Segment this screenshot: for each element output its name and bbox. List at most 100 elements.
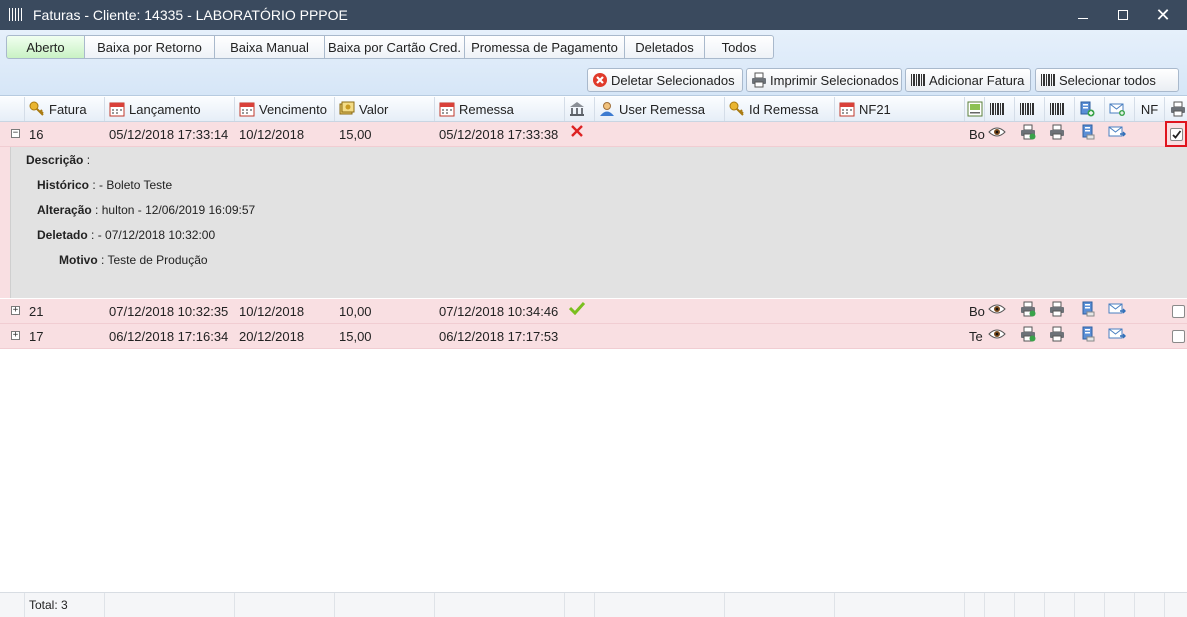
detail-alteracao: Alteração : hulton - 12/06/2019 16:09:57 bbox=[37, 203, 256, 217]
header-barcode-3[interactable] bbox=[1045, 97, 1075, 121]
detail-historico-value: - Boleto Teste bbox=[99, 178, 173, 192]
printer-icon bbox=[751, 72, 767, 88]
header-valor-label: Valor bbox=[359, 101, 389, 117]
header-print[interactable] bbox=[1165, 97, 1187, 121]
header-vencimento[interactable]: Vencimento bbox=[235, 97, 335, 121]
header-barcode-1[interactable] bbox=[985, 97, 1015, 121]
eye-icon[interactable] bbox=[988, 322, 1006, 346]
cell-remessa: 06/12/2018 17:17:53 bbox=[439, 328, 559, 344]
key-icon bbox=[29, 101, 45, 117]
barcode-icon bbox=[910, 72, 926, 88]
table-row[interactable]: − 16 05/12/2018 17:33:14 10/12/2018 15,0… bbox=[0, 120, 1187, 147]
print-selected-label: Imprimir Selecionados bbox=[770, 72, 899, 88]
close-icon: ✕ bbox=[1155, 4, 1171, 25]
print-green-icon[interactable] bbox=[1020, 120, 1036, 144]
print-selected-button[interactable]: Imprimir Selecionados bbox=[746, 68, 902, 92]
header-vencimento-label: Vencimento bbox=[259, 101, 327, 117]
header-nf21[interactable]: NF21 bbox=[835, 97, 965, 121]
printer-icon[interactable] bbox=[1049, 297, 1065, 321]
checkbox-box[interactable] bbox=[1172, 304, 1185, 318]
footer-cell bbox=[965, 593, 985, 617]
add-document-icon bbox=[1079, 101, 1095, 117]
delete-selected-label: Deletar Selecionados bbox=[611, 72, 735, 88]
expand-toggle[interactable]: + bbox=[11, 331, 20, 340]
checkbox-box[interactable] bbox=[1172, 329, 1185, 343]
header-add-document[interactable] bbox=[1075, 97, 1105, 121]
eye-icon[interactable] bbox=[988, 120, 1006, 144]
cell-lancamento: 05/12/2018 17:33:14 bbox=[109, 126, 229, 142]
detail-motivo: Motivo : Teste de Produção bbox=[59, 253, 208, 267]
tab-deletados[interactable]: Deletados bbox=[625, 35, 705, 59]
close-button[interactable]: ✕ bbox=[1143, 0, 1183, 30]
header-description[interactable] bbox=[965, 97, 985, 121]
row-select-checkbox-highlight[interactable] bbox=[1165, 121, 1187, 147]
add-invoice-button[interactable]: Adicionar Fatura bbox=[905, 68, 1031, 92]
toolbar: Aberto Baixa por Retorno Baixa Manual Ba… bbox=[0, 30, 1187, 96]
expand-toggle[interactable]: + bbox=[11, 306, 20, 315]
money-icon bbox=[339, 101, 355, 117]
tab-baixa-por-cartao[interactable]: Baixa por Cartão Cred. bbox=[325, 35, 465, 59]
header-nf[interactable]: NF bbox=[1135, 97, 1165, 121]
printer-icon[interactable] bbox=[1049, 120, 1065, 144]
tab-baixa-manual[interactable]: Baixa Manual bbox=[215, 35, 325, 59]
minimize-button[interactable] bbox=[1063, 0, 1103, 30]
print-green-icon[interactable] bbox=[1020, 297, 1036, 321]
email-forward-icon[interactable] bbox=[1108, 297, 1126, 321]
select-all-button[interactable]: Selecionar todos bbox=[1035, 68, 1179, 92]
table-row[interactable]: + 21 07/12/2018 10:32:35 10/12/2018 10,0… bbox=[0, 299, 1187, 324]
detail-descricao: Descrição : bbox=[26, 153, 91, 167]
calendar-icon bbox=[839, 101, 855, 117]
eye-icon[interactable] bbox=[988, 297, 1006, 321]
email-forward-icon[interactable] bbox=[1108, 322, 1126, 346]
header-barcode-2[interactable] bbox=[1015, 97, 1045, 121]
table-row[interactable]: + 17 06/12/2018 17:16:34 20/12/2018 15,0… bbox=[0, 324, 1187, 349]
tab-aberto[interactable]: Aberto bbox=[6, 35, 85, 59]
detail-alteracao-label: Alteração bbox=[37, 203, 92, 217]
barcode-icon bbox=[1040, 72, 1056, 88]
header-lancamento[interactable]: Lançamento bbox=[105, 97, 235, 121]
row-select-checkbox[interactable] bbox=[1169, 127, 1183, 141]
tab-todos[interactable]: Todos bbox=[705, 35, 774, 59]
footer-cell bbox=[435, 593, 565, 617]
tab-baixa-por-retorno[interactable]: Baixa por Retorno bbox=[85, 35, 215, 59]
footer-cell bbox=[0, 593, 25, 617]
footer-cell bbox=[105, 593, 235, 617]
barcode-icon bbox=[1019, 101, 1035, 117]
key-icon bbox=[729, 101, 745, 117]
green-check-icon bbox=[569, 296, 585, 320]
header-nf-label: NF bbox=[1140, 101, 1159, 117]
printer-icon bbox=[1170, 101, 1186, 117]
status-tabs: Aberto Baixa por Retorno Baixa Manual Ba… bbox=[6, 35, 774, 59]
detail-alteracao-value: hulton - 12/06/2019 16:09:57 bbox=[101, 203, 256, 217]
tab-promessa-de-pagamento[interactable]: Promessa de Pagamento bbox=[465, 35, 625, 59]
header-bank[interactable] bbox=[565, 97, 595, 121]
header-user-remessa[interactable]: User Remessa bbox=[595, 97, 725, 121]
delete-selected-button[interactable]: Deletar Selecionados bbox=[587, 68, 743, 92]
document-blue-icon[interactable] bbox=[1081, 120, 1095, 144]
maximize-button[interactable] bbox=[1103, 0, 1143, 30]
document-blue-icon[interactable] bbox=[1081, 297, 1095, 321]
row-select-checkbox[interactable] bbox=[1172, 299, 1185, 323]
row-select-checkbox[interactable] bbox=[1172, 324, 1185, 348]
email-forward-icon[interactable] bbox=[1108, 120, 1126, 144]
header-fatura[interactable]: Fatura bbox=[25, 97, 105, 121]
cell-fatura: 17 bbox=[29, 328, 44, 344]
header-id-remessa[interactable]: Id Remessa bbox=[725, 97, 835, 121]
header-remessa[interactable]: Remessa bbox=[435, 97, 565, 121]
footer-cell bbox=[1045, 593, 1075, 617]
document-blue-icon[interactable] bbox=[1081, 322, 1095, 346]
cell-lancamento: 07/12/2018 10:32:35 bbox=[109, 303, 229, 319]
detail-historico-label: Histórico bbox=[37, 178, 90, 192]
cell-remessa: 07/12/2018 10:34:46 bbox=[439, 303, 559, 319]
header-fatura-label: Fatura bbox=[49, 101, 87, 117]
print-green-icon[interactable] bbox=[1020, 322, 1036, 346]
header-valor[interactable]: Valor bbox=[335, 97, 435, 121]
footer-cell bbox=[595, 593, 725, 617]
footer-cell bbox=[1135, 593, 1165, 617]
barcode-app-icon bbox=[9, 8, 23, 21]
footer-cell bbox=[335, 593, 435, 617]
collapse-toggle[interactable]: − bbox=[11, 129, 20, 138]
header-email[interactable] bbox=[1105, 97, 1135, 121]
cell-fatura: 16 bbox=[29, 126, 44, 142]
printer-icon[interactable] bbox=[1049, 322, 1065, 346]
